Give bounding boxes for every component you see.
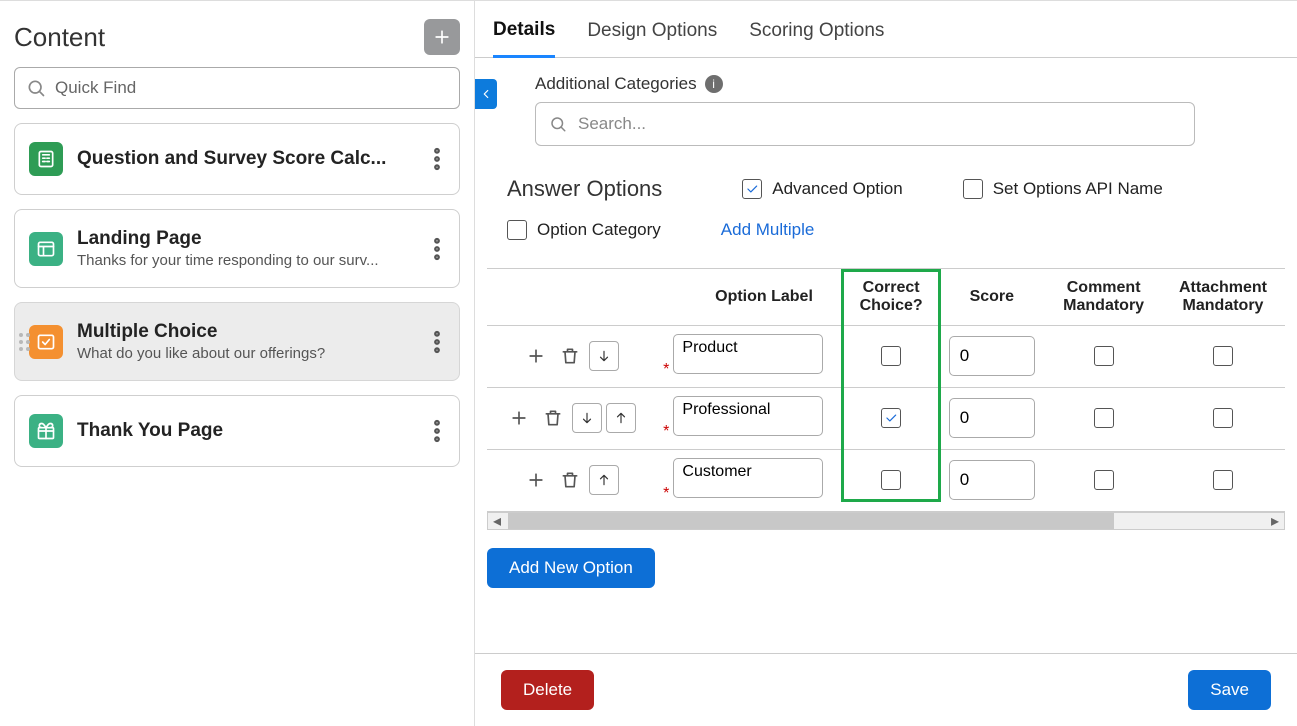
card-title: Question and Survey Score Calc... (77, 148, 409, 170)
arrow-down-icon (580, 411, 594, 425)
add-row-button[interactable] (525, 345, 547, 367)
trash-icon (560, 346, 580, 366)
correct-choice-checkbox[interactable] (845, 325, 937, 387)
col-attachment-mandatory: Attachment Mandatory (1161, 269, 1285, 325)
col-score: Score (937, 269, 1046, 325)
card-subtitle: Thanks for your time responding to our s… (77, 252, 409, 269)
move-down-button[interactable] (572, 403, 602, 433)
categories-search-input[interactable] (535, 102, 1195, 146)
plus-icon (526, 470, 546, 490)
detail-panel: Details Design Options Scoring Options A… (475, 1, 1297, 726)
option-label-input[interactable]: Product (673, 334, 823, 374)
delete-row-button[interactable] (559, 345, 581, 367)
card-menu-button[interactable] (423, 235, 451, 263)
plus-icon (509, 408, 529, 428)
check-icon (884, 411, 898, 425)
table-row: *Product (487, 325, 1285, 387)
score-input[interactable] (949, 460, 1035, 500)
arrow-up-icon (597, 473, 611, 487)
card-title: Multiple Choice (77, 321, 409, 343)
options-table: Option Label Correct Choice? Score Comme… (487, 269, 1285, 512)
more-vertical-icon (423, 145, 451, 173)
content-title: Content (14, 22, 105, 53)
correct-choice-checkbox[interactable] (845, 449, 937, 511)
score-input[interactable] (949, 336, 1035, 376)
attachment-mandatory-checkbox[interactable] (1161, 325, 1285, 387)
delete-row-button[interactable] (542, 407, 564, 429)
content-card[interactable]: Thank You Page (14, 395, 460, 467)
arrow-up-icon (614, 411, 628, 425)
save-button[interactable]: Save (1188, 670, 1271, 710)
card-menu-button[interactable] (423, 145, 451, 173)
additional-categories-label: Additional Categories (535, 74, 697, 94)
tab-scoring-options[interactable]: Scoring Options (749, 2, 884, 56)
attachment-mandatory-checkbox[interactable] (1161, 449, 1285, 511)
option-category-checkbox[interactable]: Option Category (507, 220, 661, 240)
plus-icon (526, 346, 546, 366)
card-title: Landing Page (77, 228, 409, 250)
plus-icon (432, 27, 452, 47)
table-row: *Professional (487, 387, 1285, 449)
more-vertical-icon (423, 417, 451, 445)
drag-handle-icon[interactable] (13, 327, 36, 357)
card-menu-button[interactable] (423, 328, 451, 356)
move-up-button[interactable] (589, 465, 619, 495)
info-icon[interactable]: i (705, 75, 723, 93)
add-row-button[interactable] (508, 407, 530, 429)
advanced-option-checkbox[interactable]: Advanced Option (742, 179, 902, 199)
tab-details[interactable]: Details (493, 1, 555, 58)
answer-options-heading: Answer Options (507, 176, 662, 202)
check-icon (745, 182, 759, 196)
search-icon (549, 115, 567, 133)
trash-icon (560, 470, 580, 490)
attachment-mandatory-checkbox[interactable] (1161, 387, 1285, 449)
content-card[interactable]: Multiple Choice What do you like about ou… (14, 302, 460, 381)
col-option-label: Option Label (653, 269, 845, 325)
card-subtitle: What do you like about our offerings? (77, 345, 409, 362)
chevron-left-icon (479, 87, 493, 101)
tab-design-options[interactable]: Design Options (587, 2, 717, 56)
trash-icon (543, 408, 563, 428)
set-api-name-checkbox[interactable]: Set Options API Name (963, 179, 1163, 199)
more-vertical-icon (423, 328, 451, 356)
move-up-button[interactable] (606, 403, 636, 433)
arrow-down-icon (597, 349, 611, 363)
card-title: Thank You Page (77, 420, 409, 442)
col-comment-mandatory: Comment Mandatory (1046, 269, 1161, 325)
table-row: *Customer (487, 449, 1285, 511)
card-menu-button[interactable] (423, 417, 451, 445)
option-label-input[interactable]: Customer (673, 458, 823, 498)
add-new-option-button[interactable]: Add New Option (487, 548, 655, 588)
move-down-button[interactable] (589, 341, 619, 371)
col-correct-choice: Correct Choice? (845, 269, 937, 325)
comment-mandatory-checkbox[interactable] (1046, 449, 1161, 511)
content-panel: Content Question and Survey Score Calc..… (0, 1, 475, 726)
add-multiple-link[interactable]: Add Multiple (721, 220, 815, 240)
horizontal-scrollbar[interactable]: ◂▸ (487, 512, 1285, 530)
collapse-sidebar-button[interactable] (475, 79, 497, 109)
comment-mandatory-checkbox[interactable] (1046, 387, 1161, 449)
search-icon (26, 78, 46, 98)
tabs: Details Design Options Scoring Options (475, 1, 1297, 58)
quick-find-input[interactable] (14, 67, 460, 109)
content-card[interactable]: Landing Page Thanks for your time respond… (14, 209, 460, 288)
calc-icon (29, 142, 63, 176)
comment-mandatory-checkbox[interactable] (1046, 325, 1161, 387)
correct-choice-checkbox[interactable] (845, 387, 937, 449)
option-label-input[interactable]: Professional (673, 396, 823, 436)
gift-icon (29, 414, 63, 448)
score-input[interactable] (949, 398, 1035, 438)
add-row-button[interactable] (525, 469, 547, 491)
delete-row-button[interactable] (559, 469, 581, 491)
layout-icon (29, 232, 63, 266)
delete-button[interactable]: Delete (501, 670, 594, 710)
add-content-button[interactable] (424, 19, 460, 55)
content-card[interactable]: Question and Survey Score Calc... (14, 123, 460, 195)
more-vertical-icon (423, 235, 451, 263)
